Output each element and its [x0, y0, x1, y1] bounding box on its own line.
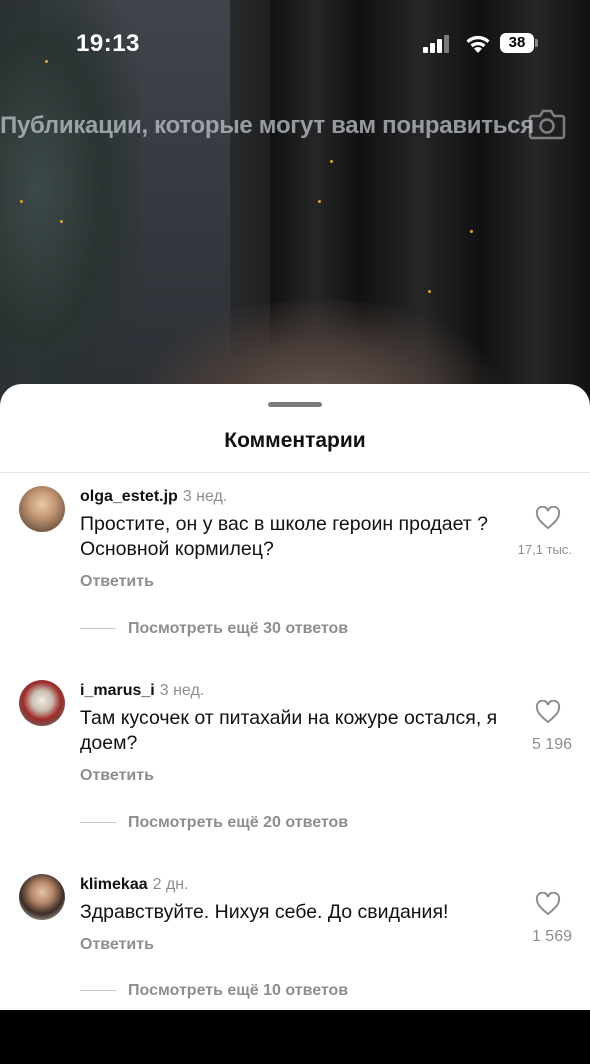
sheet-title: Комментарии — [224, 429, 366, 452]
comment-text: Там кусочек от питахайи на кожуре осталс… — [80, 707, 498, 754]
comment-username[interactable]: i_marus_i — [80, 682, 155, 699]
comment-time: 3 нед. — [182, 488, 228, 505]
divider — [0, 472, 590, 473]
battery-level: 38 — [500, 33, 534, 53]
comment-text: Здравствуйте. Нихуя себе. До свидания! — [80, 901, 449, 923]
comment-item: i_marus_i 3 нед. Там кусочек от питахайи … — [0, 680, 590, 870]
reply-button[interactable]: Ответить — [80, 767, 154, 785]
view-more-replies-label: Посмотреть ещё 10 ответов — [128, 982, 349, 999]
avatar[interactable] — [19, 486, 65, 532]
camera-icon[interactable] — [528, 108, 566, 140]
comments-sheet: Комментарии olga_estet.jp 3 нед. Простите… — [0, 384, 590, 1010]
comment-item: olga_estet.jp 3 нед. Простите, он у вас в… — [0, 486, 590, 676]
like-heart-icon[interactable] — [535, 700, 561, 724]
status-time: 19:13 — [76, 30, 140, 57]
photo-light — [428, 290, 431, 293]
reply-button[interactable]: Ответить — [80, 936, 154, 954]
comment-meta: klimekaa 2 дн. — [80, 876, 189, 894]
reply-button[interactable]: Ответить — [80, 573, 154, 591]
divider-line — [80, 990, 116, 992]
view-more-replies-button[interactable]: Посмотреть ещё 20 ответов — [80, 814, 348, 832]
view-more-replies-label: Посмотреть ещё 20 ответов — [128, 814, 349, 831]
photo-light — [470, 230, 473, 233]
view-more-replies-label: Посмотреть ещё 30 ответов — [128, 620, 349, 637]
comment-meta: i_marus_i 3 нед. — [80, 682, 204, 700]
comment-username[interactable]: olga_estet.jp — [80, 488, 178, 505]
sheet-grabber[interactable] — [268, 402, 322, 407]
like-heart-icon[interactable] — [535, 506, 561, 530]
like-heart-icon[interactable] — [535, 892, 561, 916]
view-more-replies-button[interactable]: Посмотреть ещё 30 ответов — [80, 620, 348, 638]
comment-username[interactable]: klimekaa — [80, 876, 148, 893]
avatar[interactable] — [19, 680, 65, 726]
view-more-replies-button[interactable]: Посмотреть ещё 10 ответов — [80, 982, 348, 1000]
suggested-posts-title: Публикации, которые могут вам понравитьс… — [0, 112, 534, 139]
photo-light — [330, 160, 333, 163]
wifi-icon — [466, 35, 490, 53]
photo-light — [318, 200, 321, 203]
divider-line — [80, 822, 116, 824]
divider-line — [80, 628, 116, 630]
like-count: 5 196 — [531, 736, 572, 753]
comment-meta: olga_estet.jp 3 нед. — [80, 488, 227, 506]
comment-text: Простите, он у вас в школе героин продае… — [80, 513, 488, 560]
battery-icon: 38 — [500, 33, 538, 53]
avatar[interactable] — [19, 874, 65, 920]
comment-time: 2 дн. — [152, 876, 189, 893]
like-count: 17,1 тыс. — [517, 542, 572, 557]
status-bar: 19:13 38 — [0, 0, 590, 80]
photo-light — [60, 220, 63, 223]
cellular-signal-icon — [423, 35, 449, 53]
like-count: 1 569 — [531, 928, 572, 945]
comment-item: klimekaa 2 дн. Здравствуйте. Нихуя себе. … — [0, 874, 590, 1064]
photo-light — [20, 200, 23, 203]
comment-time: 3 нед. — [159, 682, 205, 699]
